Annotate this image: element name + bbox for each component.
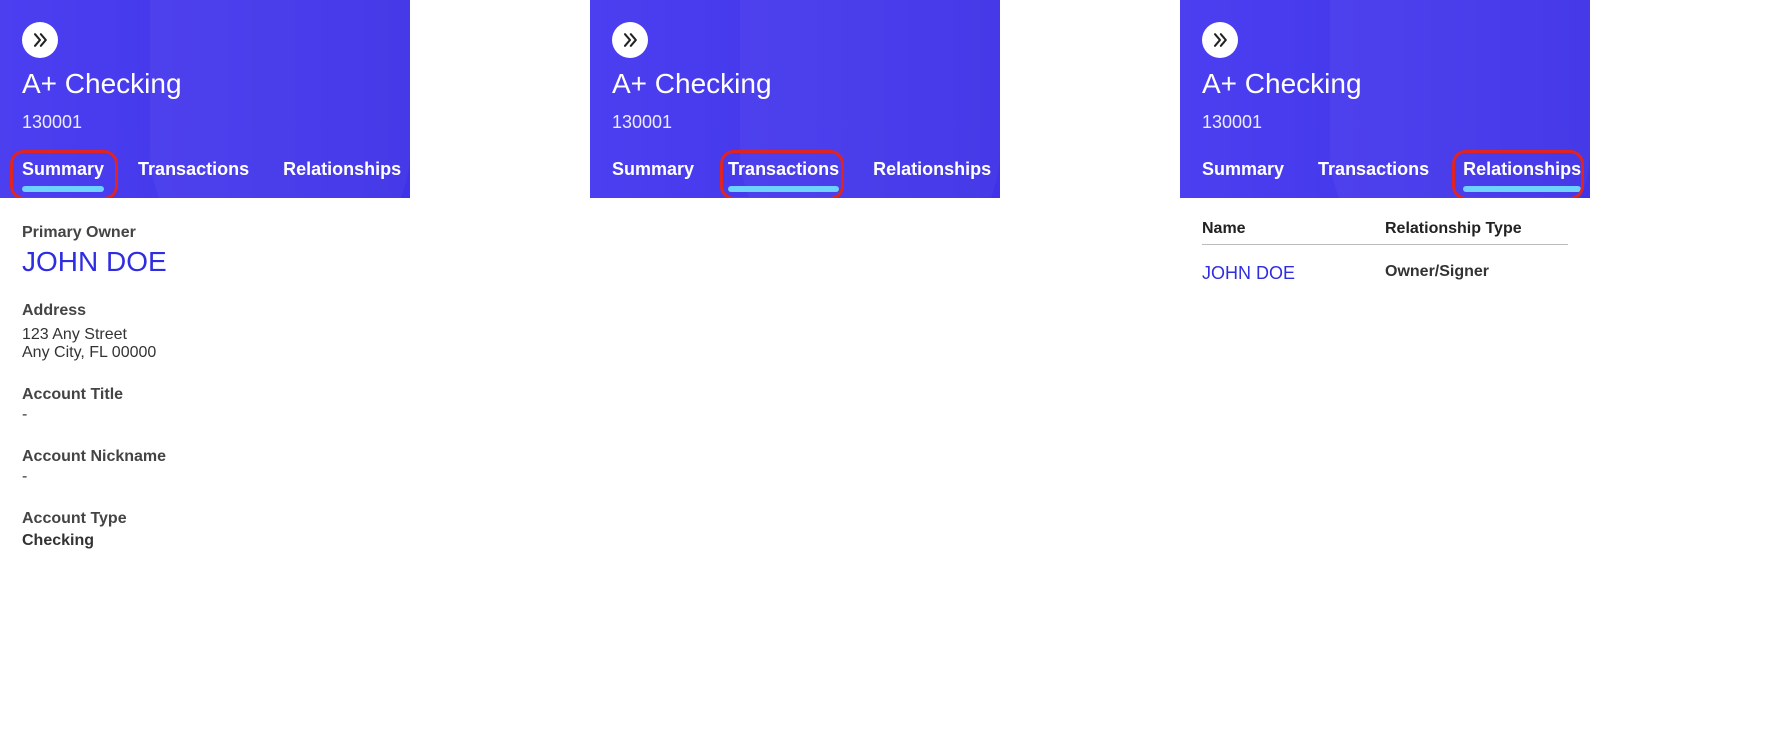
- relationship-name[interactable]: JOHN DOE: [1202, 263, 1385, 284]
- table-header: Name Relationship Type: [1202, 220, 1568, 245]
- relationships-content: Name Relationship Type JOHN DOE Owner/Si…: [1180, 198, 1590, 306]
- tab-summary[interactable]: Summary: [612, 159, 694, 190]
- account-nickname-label: Account Nickname: [22, 448, 388, 466]
- double-chevron-right-icon: [620, 30, 640, 50]
- transactions-content: [590, 198, 1000, 242]
- tab-row: Summary Transactions Relationships: [22, 150, 410, 198]
- account-number: 130001: [1202, 112, 1262, 133]
- address-value: 123 Any Street Any City, FL 00000: [22, 326, 388, 362]
- panel-relationships: A+ Checking 130001 Summary Transactions …: [1180, 0, 1590, 731]
- account-title: A+ Checking: [612, 68, 772, 100]
- account-title-label: Account Title: [22, 386, 388, 404]
- expand-button[interactable]: [22, 22, 58, 58]
- tab-transactions[interactable]: Transactions: [728, 159, 839, 190]
- address-line2: Any City, FL 00000: [22, 344, 388, 362]
- address-label: Address: [22, 302, 388, 320]
- account-type-value: Checking: [22, 532, 388, 550]
- tab-transactions[interactable]: Transactions: [138, 159, 249, 190]
- table-row: JOHN DOE Owner/Signer: [1202, 263, 1568, 284]
- relationships-table: Name Relationship Type JOHN DOE Owner/Si…: [1202, 220, 1568, 284]
- expand-button[interactable]: [612, 22, 648, 58]
- panel-summary: A+ Checking 130001 Summary Transactions …: [0, 0, 410, 731]
- summary-content: Primary Owner JOHN DOE Address 123 Any S…: [0, 198, 410, 572]
- account-type-label: Account Type: [22, 510, 388, 528]
- relationship-type: Owner/Signer: [1385, 263, 1568, 284]
- address-line1: 123 Any Street: [22, 326, 388, 344]
- double-chevron-right-icon: [30, 30, 50, 50]
- account-header: A+ Checking 130001 Summary Transactions …: [0, 0, 410, 198]
- account-number: 130001: [22, 112, 82, 133]
- account-title: A+ Checking: [22, 68, 182, 100]
- tab-summary[interactable]: Summary: [22, 159, 104, 190]
- col-name: Name: [1202, 220, 1385, 238]
- primary-owner-label: Primary Owner: [22, 224, 388, 242]
- account-header: A+ Checking 130001 Summary Transactions …: [590, 0, 1000, 198]
- account-number: 130001: [612, 112, 672, 133]
- account-title-value: -: [22, 406, 388, 424]
- tab-transactions[interactable]: Transactions: [1318, 159, 1429, 190]
- account-title: A+ Checking: [1202, 68, 1362, 100]
- tab-row: Summary Transactions Relationships: [612, 150, 1000, 198]
- primary-owner-name[interactable]: JOHN DOE: [22, 246, 388, 278]
- expand-button[interactable]: [1202, 22, 1238, 58]
- col-type: Relationship Type: [1385, 220, 1568, 238]
- account-header: A+ Checking 130001 Summary Transactions …: [1180, 0, 1590, 198]
- tab-relationships[interactable]: Relationships: [873, 159, 991, 190]
- panel-transactions: A+ Checking 130001 Summary Transactions …: [590, 0, 1000, 731]
- tab-summary[interactable]: Summary: [1202, 159, 1284, 190]
- double-chevron-right-icon: [1210, 30, 1230, 50]
- account-nickname-value: -: [22, 468, 388, 486]
- tab-relationships[interactable]: Relationships: [1463, 159, 1581, 190]
- tab-relationships[interactable]: Relationships: [283, 159, 401, 190]
- tab-row: Summary Transactions Relationships: [1202, 150, 1590, 198]
